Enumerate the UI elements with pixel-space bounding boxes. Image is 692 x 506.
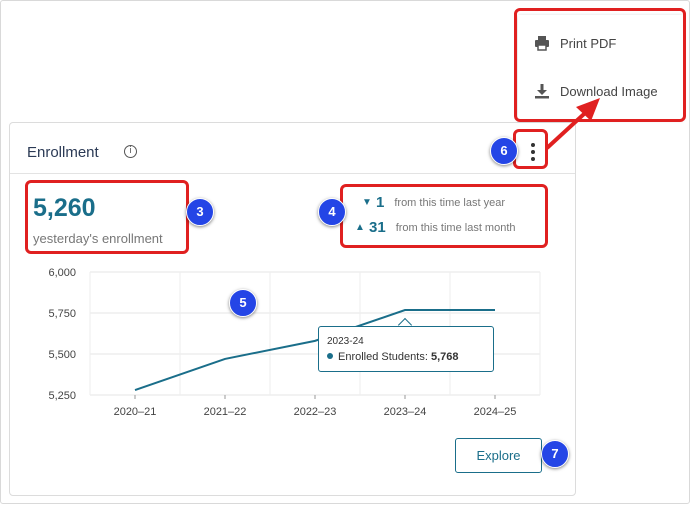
y-tick-label: 5,500 [48,349,76,361]
highlight-stat [25,180,189,254]
x-tick-label: 2024–25 [474,406,517,418]
y-tick-label: 5,750 [48,308,76,320]
tooltip-value: 5,768 [430,351,459,363]
tooltip-series-label: Enrolled Students: [338,351,431,363]
tooltip-title: 2023-24 [327,336,364,347]
explore-button[interactable]: Explore [455,438,542,473]
series-dot-icon [327,353,333,359]
x-tick-label: 2021–22 [204,406,247,418]
x-tick-label: 2022–23 [294,406,337,418]
chart-tooltip: 2023-24 Enrolled Students: 5,768 [318,326,494,372]
step-badge-5: 5 [229,289,257,317]
y-tick-label: 5,250 [48,390,76,402]
step-badge-3: 3 [186,198,214,226]
tooltip-line: Enrolled Students: 5,768 [327,351,458,363]
y-tick-label: 6,000 [48,267,76,279]
highlight-changes [340,184,548,248]
highlight-kebab [513,129,548,169]
step-badge-4: 4 [318,198,346,226]
highlight-menu [514,8,686,122]
x-tick-label: 2020–21 [114,406,157,418]
step-badge-7: 7 [541,440,569,468]
x-tick-label: 2023–24 [384,406,427,418]
step-badge-6: 6 [490,137,518,165]
